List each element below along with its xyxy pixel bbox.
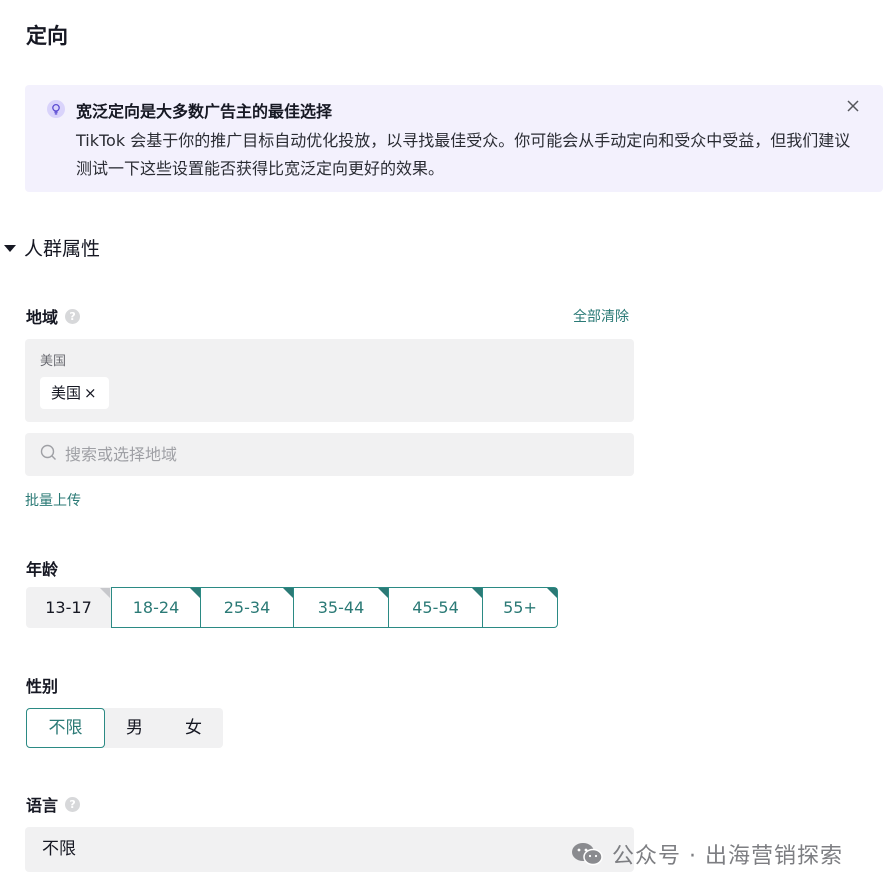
region-tag-label: 美国	[51, 384, 82, 402]
region-label: 地域	[26, 308, 59, 327]
age-option-18-24[interactable]: 18-24	[111, 587, 201, 628]
banner-title: 宽泛定向是大多数广告主的最佳选择	[76, 102, 333, 121]
watermark-text: 公众号 · 出海营销探索	[612, 844, 843, 869]
caret-down-icon	[4, 245, 16, 252]
region-search-input[interactable]	[65, 445, 585, 464]
gender-option-female[interactable]: 女	[164, 708, 223, 748]
language-select[interactable]: 不限	[25, 827, 634, 872]
corner-mark-icon	[547, 588, 557, 598]
age-option-label: 55+	[503, 598, 537, 617]
selected-regions-box: 美国 美国 ×	[25, 339, 634, 422]
remove-tag-icon[interactable]: ×	[84, 377, 97, 409]
gender-label: 性别	[26, 677, 59, 696]
language-label: 语言	[26, 796, 59, 815]
language-label-row: 语言 ?	[26, 792, 81, 816]
search-icon	[40, 444, 57, 465]
help-icon[interactable]: ?	[65, 796, 81, 812]
clear-all-link[interactable]: 全部清除	[573, 306, 629, 326]
page-title: 定向	[26, 24, 68, 48]
region-label-row: 地域 ?	[26, 304, 81, 328]
age-option-label: 35-44	[317, 598, 365, 617]
age-option-label: 18-24	[132, 598, 180, 617]
age-selector: 13-17 18-24 25-34 35-44 45-54 55+	[26, 587, 558, 628]
gender-option-unlimited[interactable]: 不限	[26, 708, 105, 748]
age-option-45-54[interactable]: 45-54	[389, 587, 483, 628]
help-icon[interactable]: ?	[65, 308, 81, 324]
region-search-field[interactable]	[25, 433, 634, 476]
banner-body: TikTok 会基于你的推广目标自动优化投放，以寻找最佳受众。你可能会从手动定向…	[76, 131, 851, 178]
corner-mark-icon	[472, 588, 482, 598]
age-option-13-17[interactable]: 13-17	[26, 587, 111, 628]
corner-mark-icon	[190, 588, 200, 598]
watermark: 公众号 · 出海营销探索	[570, 838, 843, 870]
age-label: 年龄	[26, 560, 59, 579]
section-label: 人群属性	[24, 238, 101, 260]
close-icon[interactable]	[845, 98, 861, 114]
age-option-label: 13-17	[45, 598, 92, 617]
corner-mark-icon	[378, 588, 388, 598]
age-option-55-plus[interactable]: 55+	[483, 587, 558, 628]
age-option-25-34[interactable]: 25-34	[201, 587, 294, 628]
lightbulb-icon	[47, 100, 65, 118]
gender-option-male[interactable]: 男	[105, 708, 164, 748]
corner-mark-icon	[100, 588, 110, 598]
region-tag: 美国 ×	[40, 377, 109, 409]
gender-selector: 不限 男 女	[26, 708, 223, 748]
info-banner: 宽泛定向是大多数广告主的最佳选择 TikTok 会基于你的推广目标自动优化投放，…	[25, 85, 883, 192]
bulk-upload-link[interactable]: 批量上传	[25, 490, 81, 510]
wechat-icon	[572, 843, 603, 866]
corner-mark-icon	[283, 588, 293, 598]
age-option-35-44[interactable]: 35-44	[294, 587, 389, 628]
age-option-label: 45-54	[412, 598, 459, 617]
region-group-label: 美国	[40, 354, 67, 369]
age-option-label: 25-34	[223, 598, 271, 617]
demographics-section-toggle[interactable]: 人群属性	[4, 234, 100, 261]
